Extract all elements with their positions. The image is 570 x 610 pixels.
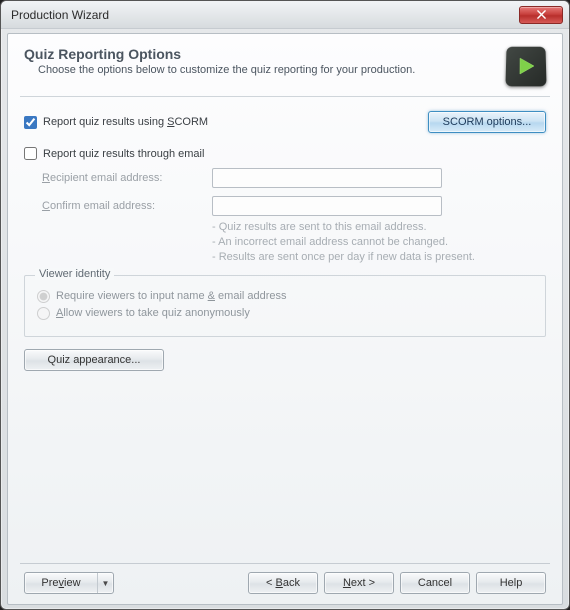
production-wizard-window: Production Wizard Quiz Reporting Options… <box>0 0 570 610</box>
app-logo-icon <box>505 47 546 87</box>
quiz-appearance-button[interactable]: Quiz appearance... <box>24 349 164 371</box>
window-title: Production Wizard <box>11 8 109 22</box>
recipient-email-input[interactable] <box>212 168 442 188</box>
help-button[interactable]: Help <box>476 572 546 594</box>
viewer-identity-legend: Viewer identity <box>35 268 114 280</box>
anonymous-radio[interactable] <box>37 307 50 320</box>
require-identity-label: Require viewers to input name & email ad… <box>56 290 287 302</box>
footer-divider <box>20 563 550 564</box>
recipient-label: Recipient email address: <box>42 172 202 184</box>
scorm-options-button[interactable]: SCORM options... <box>428 111 546 133</box>
wizard-footer: Preview ▼ < Back Next > Cancel Help <box>24 572 546 594</box>
next-button[interactable]: Next > <box>324 572 394 594</box>
content-panel: Quiz Reporting Options Choose the option… <box>7 33 563 605</box>
email-checkbox[interactable] <box>24 147 37 160</box>
email-hints: Quiz results are sent to this email addr… <box>212 220 546 265</box>
back-button[interactable]: < Back <box>248 572 318 594</box>
close-icon <box>537 10 546 19</box>
confirm-email-input[interactable] <box>212 196 442 216</box>
scorm-checkbox-row[interactable]: Report quiz results using SCORM <box>24 116 208 129</box>
preview-split-button[interactable]: Preview ▼ <box>24 572 114 594</box>
anonymous-radio-row[interactable]: Allow viewers to take quiz anonymously <box>37 307 533 320</box>
page-header: Quiz Reporting Options Choose the option… <box>24 46 546 86</box>
titlebar: Production Wizard <box>1 1 569 29</box>
confirm-label: Confirm email address: <box>42 200 202 212</box>
require-identity-radio-row[interactable]: Require viewers to input name & email ad… <box>37 290 533 303</box>
email-hint: Quiz results are sent to this email addr… <box>212 220 546 235</box>
email-checkbox-label: Report quiz results through email <box>43 148 204 160</box>
preview-dropdown-toggle[interactable]: ▼ <box>97 573 113 593</box>
chevron-down-icon: ▼ <box>102 579 110 588</box>
require-identity-radio[interactable] <box>37 290 50 303</box>
page-title: Quiz Reporting Options <box>24 46 498 62</box>
close-button[interactable] <box>519 6 563 24</box>
viewer-identity-group: Viewer identity Require viewers to input… <box>24 275 546 337</box>
anonymous-label: Allow viewers to take quiz anonymously <box>56 307 250 319</box>
email-hint: An incorrect email address cannot be cha… <box>212 235 546 250</box>
scorm-checkbox[interactable] <box>24 116 37 129</box>
email-hint: Results are sent once per day if new dat… <box>212 250 546 265</box>
header-divider <box>20 96 550 97</box>
email-checkbox-row[interactable]: Report quiz results through email <box>24 147 546 160</box>
page-subtitle: Choose the options below to customize th… <box>38 64 498 76</box>
scorm-checkbox-label: Report quiz results using SCORM <box>43 116 208 128</box>
preview-button-label: Preview <box>25 573 97 593</box>
cancel-button[interactable]: Cancel <box>400 572 470 594</box>
